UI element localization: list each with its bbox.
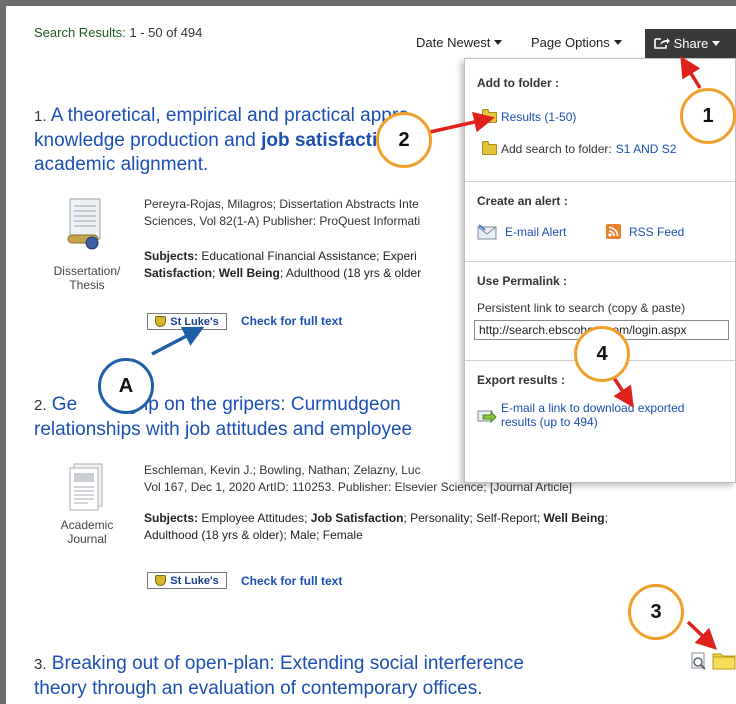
callout-4: 4 (574, 326, 630, 382)
arrow-3 (686, 620, 718, 650)
callout-1: 1 (680, 88, 736, 144)
arrow-1 (680, 56, 702, 89)
arrow-4 (612, 377, 634, 408)
arrow-2 (429, 111, 495, 134)
arrow-A (151, 326, 205, 356)
callout-3: 3 (628, 584, 684, 640)
callout-A: A (98, 358, 154, 414)
callout-2: 2 (376, 112, 432, 168)
